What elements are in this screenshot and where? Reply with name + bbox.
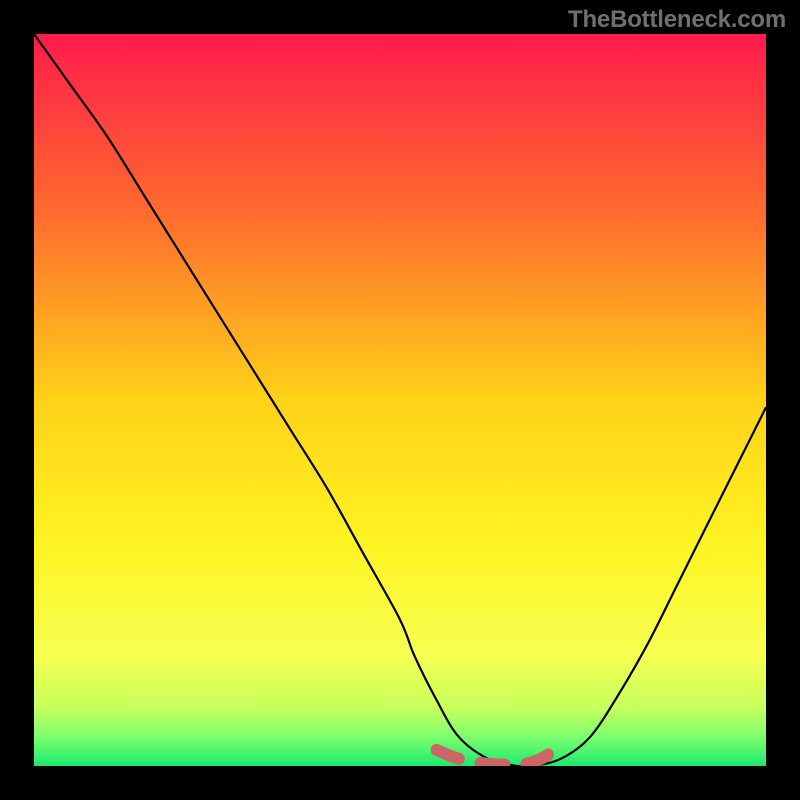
gradient-background [34,34,766,766]
chart-svg [34,34,766,766]
chart-frame: TheBottleneck.com [0,0,800,800]
watermark-text: TheBottleneck.com [568,6,786,34]
plot-area [34,34,766,766]
